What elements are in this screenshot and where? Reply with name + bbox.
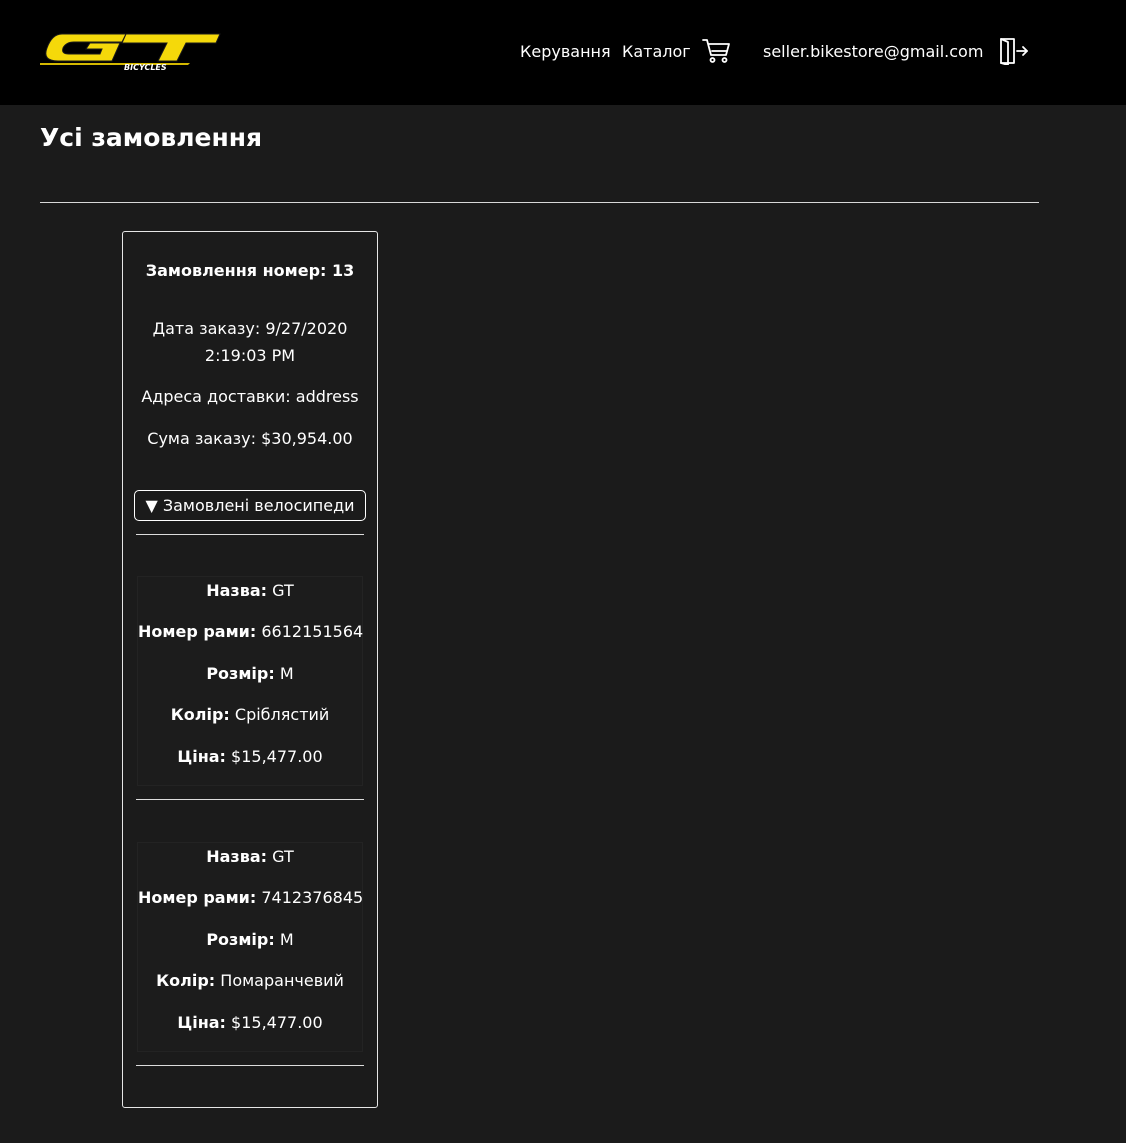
bike-price-label: Ціна:	[177, 747, 226, 766]
bike-size-label: Розмір:	[206, 930, 275, 949]
cart-icon[interactable]	[701, 37, 731, 65]
bike-color: Колір: Сріблястий	[138, 703, 362, 727]
ordered-bikes-toggle[interactable]: ▼ Замовлені велосипеди	[134, 490, 366, 521]
bike-frame-value: 7412376845	[261, 888, 364, 907]
divider	[136, 1065, 364, 1066]
title-divider	[40, 202, 1039, 203]
bike-price-value: $15,477.00	[231, 1013, 323, 1032]
gt-logo[interactable]: BICYCLES	[40, 30, 222, 72]
order-number: Замовлення номер: 13	[145, 261, 355, 280]
bike-item: Назва: GT Номер рами: 6612151564 Розмір:…	[137, 576, 363, 786]
bike-item: Назва: GT Номер рами: 7412376845 Розмір:…	[137, 842, 363, 1052]
bike-frame-label: Номер рами:	[138, 888, 257, 907]
bike-frame-label: Номер рами:	[138, 622, 257, 641]
gt-logo-icon: BICYCLES	[40, 33, 221, 72]
bike-color-label: Колір:	[156, 971, 216, 990]
bike-name-value: GT	[272, 847, 294, 866]
bike-frame-value: 6612151564	[261, 622, 364, 641]
bike-size-label: Розмір:	[206, 664, 275, 683]
order-address: Адреса доставки: address	[141, 387, 359, 406]
bike-color-value: Помаранчевий	[220, 971, 344, 990]
bike-color-value: Сріблястий	[234, 705, 330, 724]
bike-name: Назва: GT	[138, 845, 362, 869]
nav-catalog-link[interactable]: Каталог	[622, 41, 691, 63]
order-time: 2:19:03 PM	[204, 346, 296, 365]
bike-size: Розмір: M	[138, 928, 362, 952]
logo-subtext: BICYCLES	[124, 63, 167, 72]
bike-frame: Номер рами: 6612151564	[138, 620, 364, 644]
bike-size-value: M	[279, 664, 294, 683]
bike-name: Назва: GT	[138, 579, 362, 603]
bike-price-label: Ціна:	[177, 1013, 226, 1032]
bike-color-label: Колір:	[170, 705, 230, 724]
page-title: Усі замовлення	[40, 123, 263, 152]
bike-price: Ціна: $15,477.00	[138, 745, 362, 769]
bike-size: Розмір: M	[138, 662, 362, 686]
bike-name-label: Назва:	[206, 581, 268, 600]
bike-name-label: Назва:	[206, 847, 268, 866]
order-card: Замовлення номер: 13 Дата заказу: 9/27/2…	[122, 231, 378, 1108]
bike-price-value: $15,477.00	[231, 747, 323, 766]
bike-name-value: GT	[272, 581, 294, 600]
divider	[136, 799, 364, 800]
divider	[136, 534, 364, 535]
bike-price: Ціна: $15,477.00	[138, 1011, 362, 1035]
bike-size-value: M	[279, 930, 294, 949]
order-date: Дата заказу: 9/27/2020	[152, 319, 348, 338]
logout-icon[interactable]	[999, 37, 1029, 66]
bike-frame: Номер рами: 7412376845	[138, 886, 364, 910]
top-navbar: BICYCLES Керування Каталог seller.bikest…	[0, 0, 1126, 105]
bike-color: Колір: Помаранчевий	[138, 969, 362, 993]
user-email: seller.bikestore@gmail.com	[763, 42, 984, 61]
nav-manage-link[interactable]: Керування	[520, 41, 611, 63]
order-total: Сума заказу: $30,954.00	[147, 429, 353, 448]
